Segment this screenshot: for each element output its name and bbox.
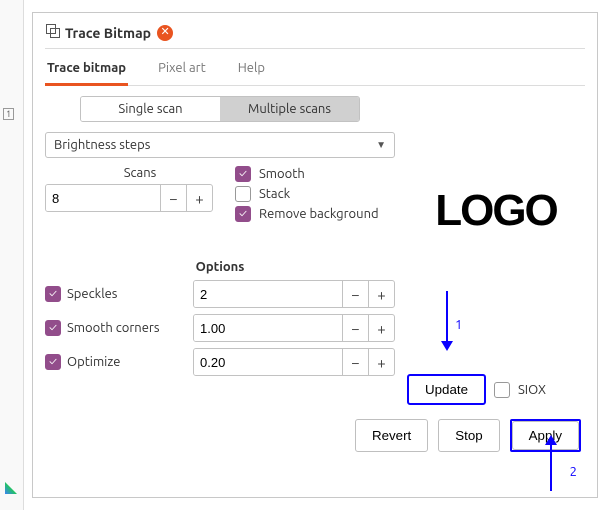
options-heading: Options <box>45 260 395 274</box>
scan-mode-toggle: Single scan Multiple scans <box>80 96 360 122</box>
optimize-decrement[interactable]: − <box>342 349 368 375</box>
optimize-checkbox[interactable] <box>45 354 61 370</box>
smooth-corners-input[interactable] <box>194 315 342 341</box>
tabs: Trace bitmap Pixel art Help <box>45 49 585 86</box>
preview-logo-text: LOGO <box>435 186 557 236</box>
multiple-scans-button[interactable]: Multiple scans <box>220 97 359 121</box>
dialog-title: Trace Bitmap <box>65 25 151 41</box>
siox-checkbox[interactable] <box>494 382 510 398</box>
annotation-label-2: 2 <box>570 465 577 479</box>
stop-button[interactable]: Stop <box>438 419 499 452</box>
smooth-corners-checkbox[interactable] <box>45 320 61 336</box>
trace-bitmap-dialog: Trace Bitmap ✕ Trace bitmap Pixel art He… <box>32 12 598 498</box>
smooth-checkbox[interactable] <box>235 166 251 182</box>
trace-bitmap-icon <box>45 23 61 42</box>
smooth-corners-label: Smooth corners <box>67 321 159 335</box>
mode-dropdown-label: Brightness steps <box>54 138 150 152</box>
panel-number[interactable]: 1 <box>3 108 14 120</box>
apply-highlight: Apply <box>510 419 581 452</box>
scans-decrement[interactable]: − <box>160 185 186 211</box>
annotation-arrow-1 <box>439 291 455 351</box>
optimize-label: Optimize <box>67 355 120 369</box>
speckles-increment[interactable]: + <box>368 281 394 307</box>
mode-dropdown[interactable]: Brightness steps ▼ <box>45 132 395 158</box>
speckles-input[interactable] <box>194 281 342 307</box>
preview-area: LOGO <box>407 166 585 256</box>
revert-button[interactable]: Revert <box>355 419 428 452</box>
close-icon[interactable]: ✕ <box>157 25 173 41</box>
apply-button[interactable]: Apply <box>512 421 579 450</box>
smooth-corners-increment[interactable]: + <box>368 315 394 341</box>
stack-checkbox[interactable] <box>235 186 251 202</box>
scans-label: Scans <box>45 166 235 180</box>
remove-background-checkbox[interactable] <box>235 206 251 222</box>
speckles-decrement[interactable]: − <box>342 281 368 307</box>
scans-input[interactable] <box>46 185 160 211</box>
optimize-input[interactable] <box>194 349 342 375</box>
tab-help[interactable]: Help <box>236 55 267 86</box>
single-scan-button[interactable]: Single scan <box>81 97 220 121</box>
app-left-rail: 1 <box>0 0 24 510</box>
tab-trace-bitmap[interactable]: Trace bitmap <box>45 55 128 86</box>
update-button[interactable]: Update <box>407 374 486 405</box>
speckles-checkbox[interactable] <box>45 286 61 302</box>
optimize-increment[interactable]: + <box>368 349 394 375</box>
smooth-corners-decrement[interactable]: − <box>342 315 368 341</box>
remove-background-label: Remove background <box>259 207 379 221</box>
scans-increment[interactable]: + <box>186 185 212 211</box>
siox-label: SIOX <box>518 383 546 397</box>
tab-pixel-art[interactable]: Pixel art <box>156 55 208 86</box>
smooth-label: Smooth <box>259 167 305 181</box>
speckles-label: Speckles <box>67 287 117 301</box>
chevron-down-icon: ▼ <box>376 139 386 151</box>
annotation-label-1: 1 <box>455 318 462 332</box>
stack-label: Stack <box>259 187 290 201</box>
footer-buttons: Revert Stop Apply <box>45 419 585 452</box>
color-picker-icon[interactable] <box>4 481 18 498</box>
